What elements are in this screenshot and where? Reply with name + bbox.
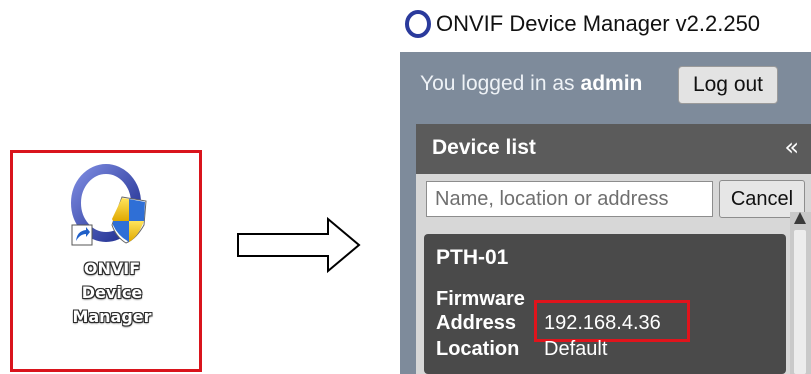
address-label: Address	[436, 312, 517, 334]
scrollbar-thumb[interactable]	[794, 230, 806, 374]
address-value: 192.168.4.36	[544, 312, 661, 334]
login-status: You logged in as admin	[420, 72, 642, 96]
shortcut-label: ONVIF Device Manager	[72, 259, 152, 326]
onvif-shield-icon[interactable]	[64, 163, 156, 255]
firmware-label: Firmware	[436, 288, 525, 310]
logout-button[interactable]: Log out	[678, 66, 778, 104]
scroll-up-arrow-icon[interactable]	[794, 212, 806, 224]
device-list-header: Device list «	[416, 124, 811, 174]
location-value: Default	[544, 338, 608, 360]
app-body: You logged in as admin Log out Device lis…	[400, 52, 811, 374]
device-list-title: Device list	[432, 136, 536, 159]
device-list-item[interactable]: PTH-01 Firmware Address 192.168.4.36 Loc…	[424, 234, 786, 374]
login-prefix: You logged in as	[420, 72, 575, 95]
device-search-input[interactable]	[426, 181, 713, 217]
device-list-panel: Device list « Cancel PTH-01 Firmware Add…	[416, 124, 811, 374]
onvif-ring-icon	[405, 10, 431, 38]
collapse-icon[interactable]: «	[784, 133, 799, 161]
app-title: ONVIF Device Manager v2.2.250	[436, 11, 761, 36]
right-arrow-icon	[237, 216, 361, 274]
device-name: PTH-01	[436, 246, 509, 269]
location-label: Location	[436, 338, 520, 360]
login-username: admin	[580, 72, 643, 95]
app-title-bar: ONVIF Device Manager v2.2.250	[396, 0, 811, 52]
